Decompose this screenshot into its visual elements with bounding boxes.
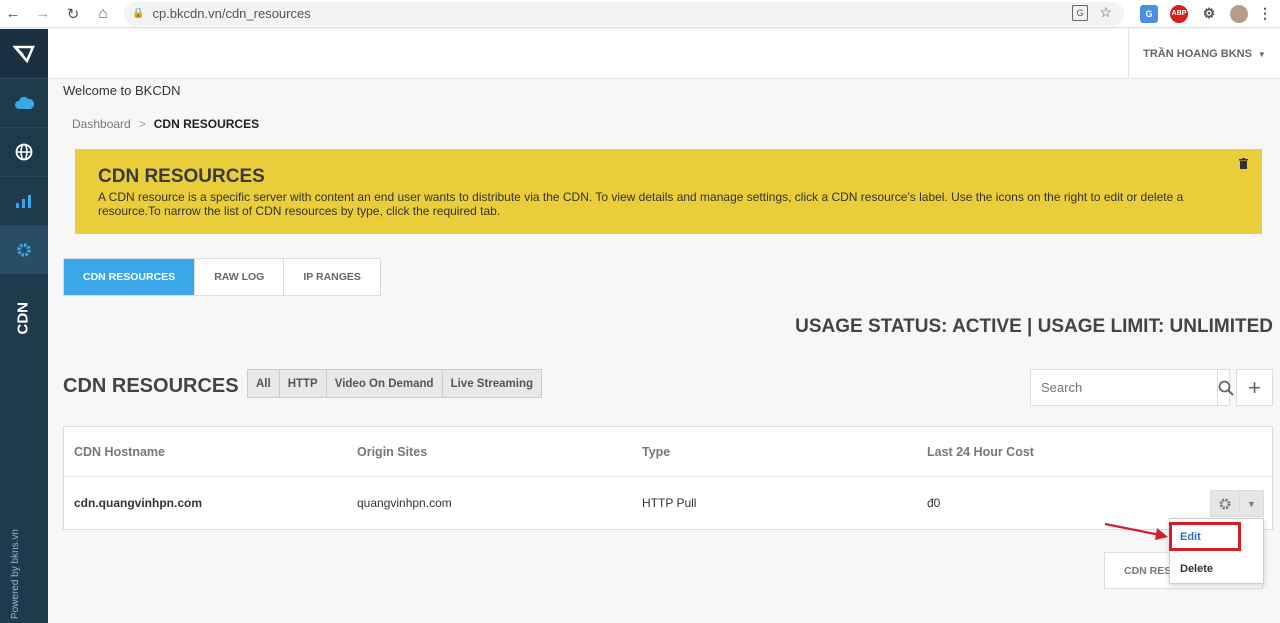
filter-video-on-demand[interactable]: Video On Demand (327, 370, 443, 397)
extensions-puzzle-icon[interactable]: ⚙ (1200, 5, 1218, 23)
sidebar-section-cdn: CDN (14, 302, 32, 335)
welcome-text: Welcome to BKCDN (63, 83, 181, 98)
info-alert: CDN RESOURCES A CDN resource is a specif… (75, 149, 1262, 234)
gear-icon (1219, 498, 1231, 509)
globe-icon[interactable] (0, 127, 48, 176)
forward-arrow-icon[interactable]: → (32, 3, 54, 25)
col-type: Type (642, 445, 671, 459)
cell-origin: quangvinhpn.com (357, 496, 452, 510)
col-origin-sites: Origin Sites (357, 445, 428, 459)
search-box (1030, 369, 1234, 406)
logo-icon[interactable] (0, 29, 48, 78)
lock-icon: 🔒 (132, 8, 145, 19)
delete-menu-item[interactable]: Delete (1170, 553, 1263, 585)
cell-cost: đ0 (927, 496, 941, 510)
adblock-extension-icon[interactable]: ABP (1170, 4, 1188, 23)
user-menu[interactable]: TRẦN HOANG BKNS ▼ (1128, 29, 1280, 79)
tab-raw-log[interactable]: RAW LOG (195, 259, 285, 295)
google-translate-extension-icon[interactable]: G (1140, 4, 1158, 23)
resources-title: CDN RESOURCES (63, 375, 239, 397)
caret-down-icon: ▼ (1247, 498, 1256, 509)
user-name: TRẦN HOANG BKNS (1143, 48, 1252, 60)
address-bar[interactable]: 🔒 cp.bkcdn.vn/cdn_resources G ☆ (124, 1, 1124, 26)
breadcrumb-dashboard[interactable]: Dashboard (72, 117, 131, 131)
usage-status: USAGE STATUS: ACTIVE | USAGE LIMIT: UNLI… (795, 316, 1273, 337)
col-last-24-hour-cost: Last 24 Hour Cost (927, 445, 1034, 459)
table-row: cdn.quangvinhpn.com quangvinhpn.com HTTP… (64, 477, 1272, 529)
alert-title: CDN RESOURCES (98, 166, 265, 187)
search-icon (1218, 380, 1234, 396)
search-button[interactable] (1217, 370, 1234, 405)
filter-group: All HTTP Video On Demand Live Streaming (247, 369, 543, 398)
row-actions-caret-button[interactable]: ▼ (1240, 490, 1264, 517)
breadcrumb: Dashboard > CDN RESOURCES (72, 117, 259, 131)
plus-icon: + (1248, 374, 1261, 400)
chevron-down-icon: ▼ (1257, 49, 1266, 59)
gear-icon[interactable] (0, 225, 48, 274)
breadcrumb-current: CDN RESOURCES (153, 117, 260, 131)
translate-icon[interactable]: G (1072, 4, 1088, 21)
tab-ip-ranges[interactable]: IP RANGES (284, 259, 380, 295)
browser-menu-icon[interactable]: ⋮ (1258, 5, 1272, 23)
col-cdn-hostname: CDN Hostname (74, 445, 165, 459)
breadcrumb-separator: > (138, 117, 146, 131)
table-header: CDN Hostname Origin Sites Type Last 24 H… (64, 427, 1272, 477)
bar-chart-icon[interactable] (0, 176, 48, 225)
cell-hostname[interactable]: cdn.quangvinhpn.com (74, 496, 202, 510)
resources-table: CDN Hostname Origin Sites Type Last 24 H… (63, 426, 1273, 530)
filter-live-streaming[interactable]: Live Streaming (443, 370, 541, 397)
profile-avatar[interactable] (1230, 4, 1248, 23)
home-icon[interactable]: ⌂ (92, 3, 114, 25)
top-bar: TRẦN HOANG BKNS ▼ (48, 29, 1280, 79)
cloud-icon[interactable] (0, 78, 48, 127)
trash-icon[interactable] (1239, 158, 1248, 169)
annotation-highlight-box (1169, 522, 1241, 551)
search-input[interactable] (1031, 370, 1217, 405)
filter-http[interactable]: HTTP (280, 370, 327, 397)
tab-bar: CDN RESOURCES RAW LOG IP RANGES (63, 258, 381, 296)
bookmark-star-icon[interactable]: ☆ (1099, 4, 1112, 21)
add-resource-button[interactable]: + (1236, 369, 1273, 406)
powered-by-text: Powered by bkns.vn (10, 528, 21, 619)
sidebar: CDN Powered by bkns.vn (0, 29, 48, 623)
cell-type: HTTP Pull (642, 496, 697, 510)
back-arrow-icon[interactable]: ← (2, 3, 24, 25)
reload-icon[interactable]: ↻ (62, 3, 84, 25)
row-actions-gear-button[interactable] (1210, 490, 1240, 517)
filter-all[interactable]: All (248, 370, 280, 397)
tab-cdn-resources[interactable]: CDN RESOURCES (64, 259, 196, 295)
url-text[interactable]: cp.bkcdn.vn/cdn_resources (152, 6, 310, 21)
annotation-arrow-icon (1104, 522, 1168, 540)
browser-toolbar: ← → ↻ ⌂ 🔒 cp.bkcdn.vn/cdn_resources G ☆ … (0, 0, 1280, 28)
alert-body: A CDN resource is a specific server with… (98, 190, 1184, 218)
